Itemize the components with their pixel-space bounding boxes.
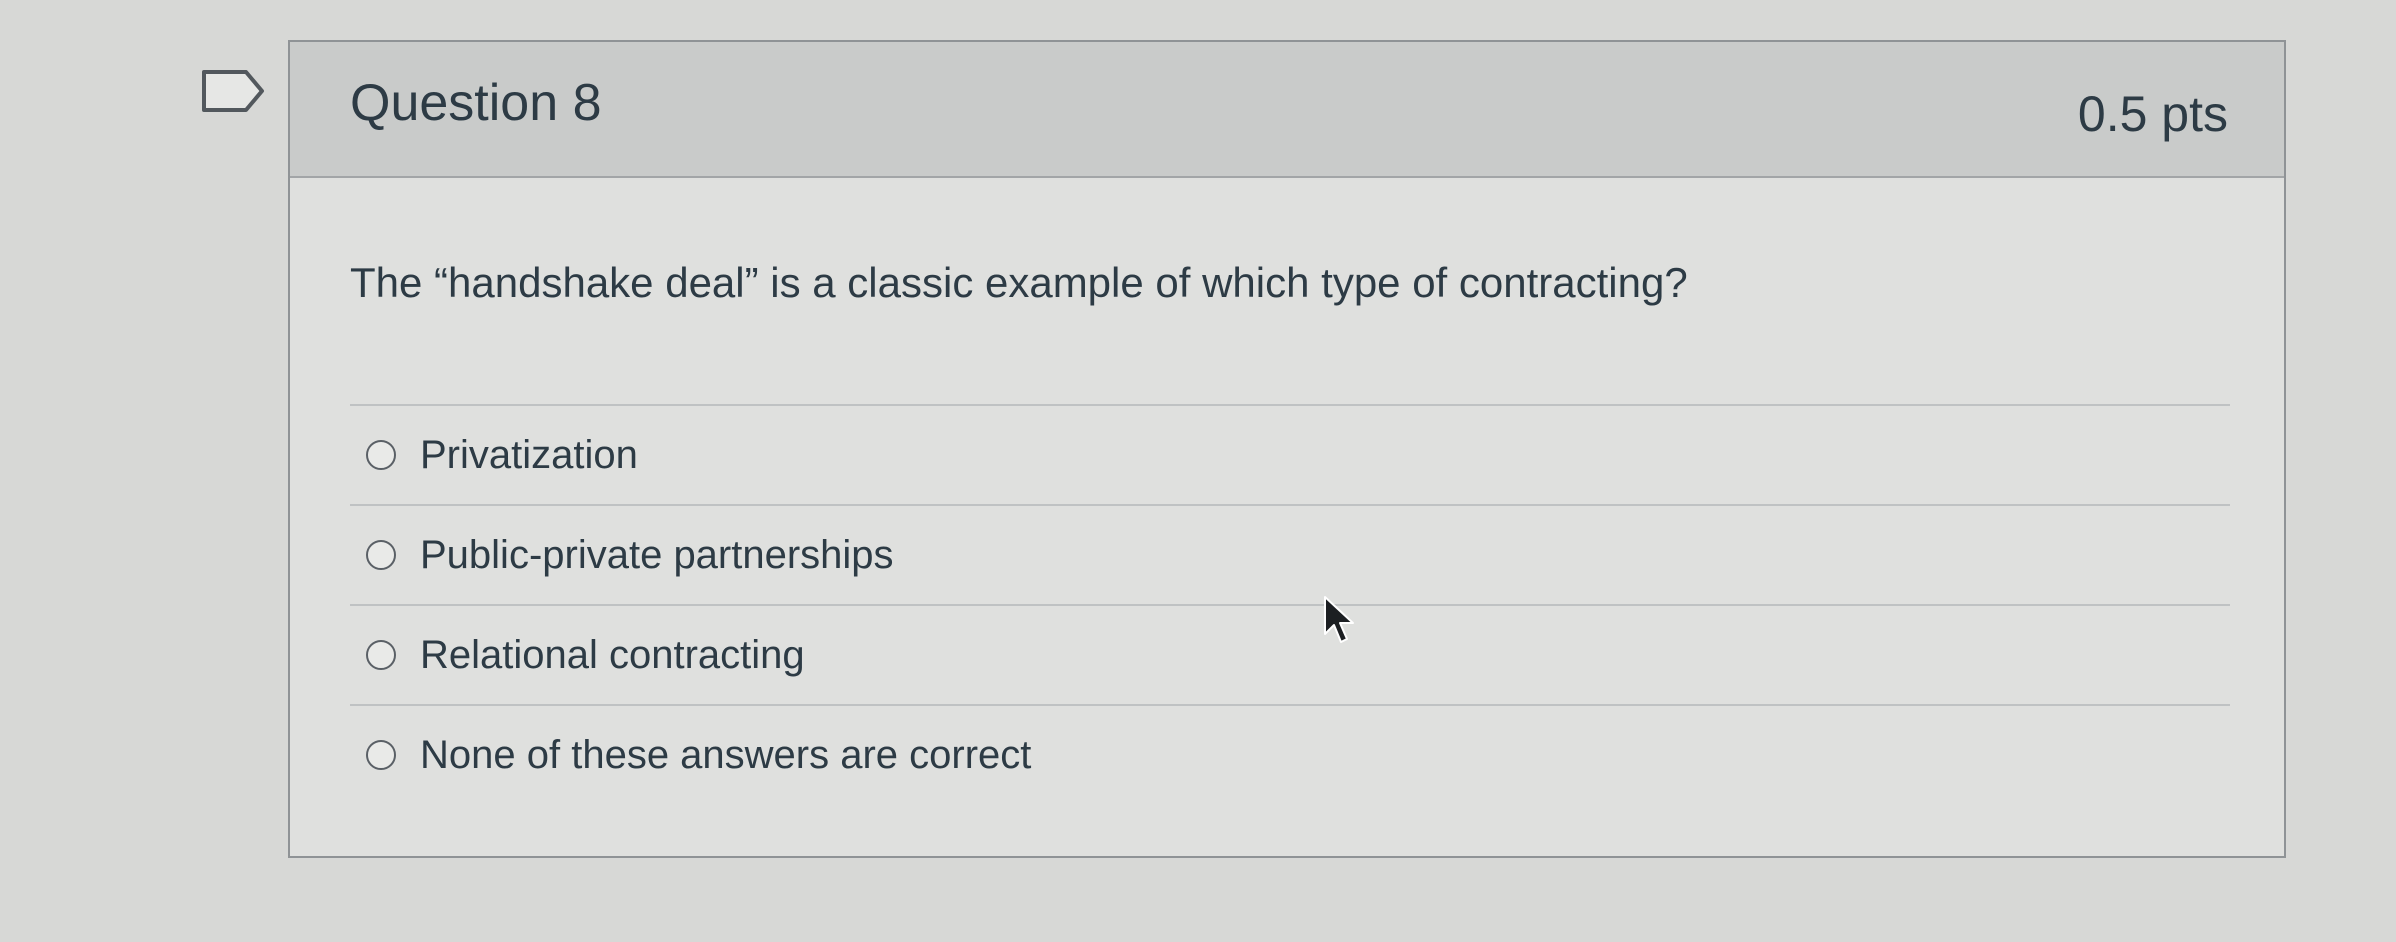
question-title: Question 8 xyxy=(350,74,602,132)
radio-empty-icon[interactable] xyxy=(366,540,396,570)
question-card: Question 8 0.5 pts The “handshake deal” … xyxy=(288,40,2286,858)
radio-empty-icon[interactable] xyxy=(366,740,396,770)
question-text: The “handshake deal” is a classic exampl… xyxy=(350,259,1688,306)
answer-option[interactable]: Public-private partnerships xyxy=(350,504,2230,604)
radio-empty-icon[interactable] xyxy=(366,640,396,670)
answer-label[interactable]: Privatization xyxy=(420,431,638,479)
question-points: 0.5 pts xyxy=(2077,86,2228,142)
answer-option[interactable]: None of these answers are correct xyxy=(350,704,2230,804)
answer-option[interactable]: Privatization xyxy=(350,404,2230,504)
mouse-pointer-icon xyxy=(1322,594,1358,646)
flag-question-icon[interactable] xyxy=(200,68,268,114)
question-header: Question 8 0.5 pts xyxy=(290,42,2284,178)
radio-empty-icon[interactable] xyxy=(366,440,396,470)
answer-label[interactable]: None of these answers are correct xyxy=(420,731,1031,779)
answer-label[interactable]: Public-private partnerships xyxy=(420,531,894,579)
answer-option[interactable]: Relational contracting xyxy=(350,604,2230,704)
answer-label[interactable]: Relational contracting xyxy=(420,631,805,679)
answer-list: Privatization Public-private partnership… xyxy=(350,404,2230,804)
